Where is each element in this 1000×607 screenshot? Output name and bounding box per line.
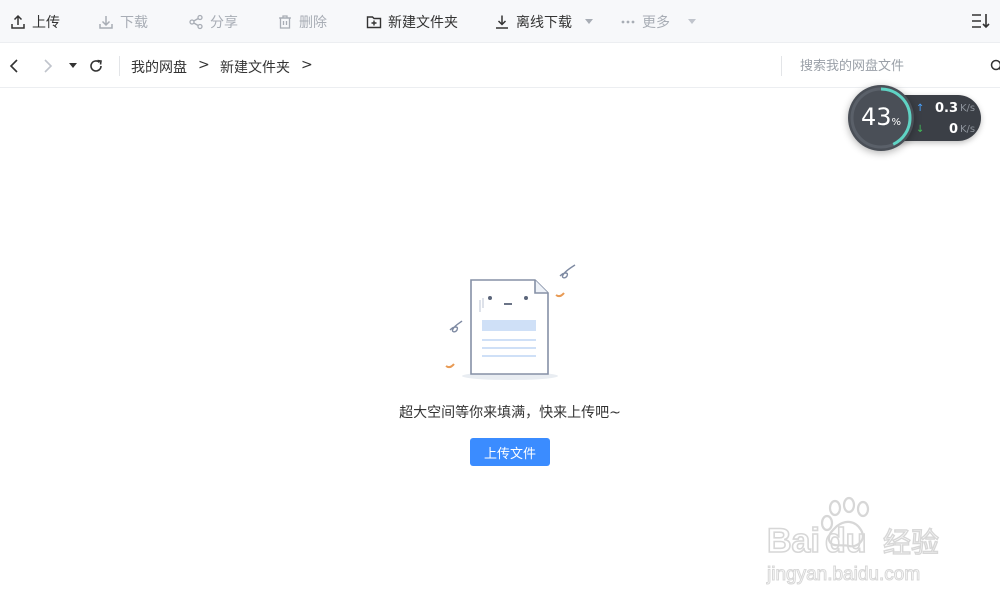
forward-button[interactable]	[40, 56, 56, 76]
share-button[interactable]: 分享	[188, 0, 238, 43]
chevron-right-icon	[44, 59, 53, 73]
new-folder-button[interactable]: 新建文件夹	[366, 0, 458, 43]
upload-arrow-icon: ↑	[916, 102, 925, 114]
usage-percent-unit: %	[891, 117, 902, 128]
svg-text:Bai: Bai	[767, 522, 820, 560]
more-dropdown-caret-icon[interactable]	[688, 19, 696, 24]
share-label: 分享	[210, 14, 238, 31]
baidu-paw-logo: Bai du 经验 jingyan.baidu.com	[766, 496, 940, 586]
upload-button[interactable]: 上传	[10, 0, 60, 43]
upload-label: 上传	[32, 14, 60, 31]
offline-download-icon	[496, 15, 508, 29]
sort-list-icon	[972, 14, 990, 29]
breadcrumb-root[interactable]: 我的网盘	[131, 57, 187, 77]
svg-text:经验: 经验	[883, 526, 939, 559]
refresh-button[interactable]	[87, 56, 105, 76]
navigation-bar: 我的网盘 > 新建文件夹 >	[0, 44, 1000, 88]
refresh-icon	[90, 59, 102, 72]
search-divider	[781, 56, 782, 76]
upload-icon	[11, 14, 25, 29]
upload-speed-row: ↑ 0.3 K/s	[916, 100, 976, 116]
offline-download-dropdown-caret-icon[interactable]	[585, 19, 593, 24]
more-button[interactable]: 更多	[620, 0, 670, 43]
more-dots-icon	[621, 20, 635, 23]
download-speed-unit: K/s	[960, 123, 976, 135]
toolbar: 上传 下载 分享 删除 新建文件夹 离线下载 更多	[0, 0, 1000, 43]
baidu-jingyan-watermark: Bai du 经验 jingyan.baidu.com	[765, 496, 955, 588]
sort-button[interactable]	[970, 11, 992, 31]
trash-icon	[279, 14, 291, 29]
search-icon	[990, 59, 1000, 71]
usage-percent-value: 43	[860, 103, 892, 131]
empty-folder-illustration	[440, 258, 580, 383]
upload-speed-value: 0.3	[934, 100, 958, 116]
download-speed-value: 0	[948, 121, 958, 137]
more-label: 更多	[642, 14, 670, 31]
svg-text:du: du	[825, 522, 867, 560]
back-button[interactable]	[6, 56, 22, 76]
upload-speed-unit: K/s	[960, 102, 976, 114]
delete-label: 删除	[299, 14, 327, 31]
breadcrumb-separator: >	[198, 57, 210, 73]
usage-percent: 43%	[848, 103, 914, 131]
breadcrumb-current-folder[interactable]: 新建文件夹	[220, 57, 290, 77]
svg-text:jingyan.baidu.com: jingyan.baidu.com	[766, 564, 920, 585]
download-speed-row: ↓ 0 K/s	[916, 121, 976, 137]
new-folder-label: 新建文件夹	[388, 14, 458, 31]
download-button[interactable]: 下载	[98, 0, 148, 43]
chevron-left-icon	[9, 59, 18, 73]
download-icon	[99, 15, 113, 29]
delete-button[interactable]: 删除	[277, 0, 327, 43]
offline-download-button[interactable]: 离线下载	[494, 0, 572, 43]
new-folder-icon	[366, 15, 382, 28]
upload-file-button[interactable]: 上传文件	[470, 438, 550, 466]
empty-document-icon	[445, 264, 576, 380]
offline-download-label: 离线下载	[516, 14, 572, 31]
breadcrumb-separator-trailing[interactable]: >	[301, 57, 313, 73]
caret-down-icon	[69, 63, 77, 68]
empty-state-message: 超大空间等你来填满，快来上传吧~	[399, 405, 621, 421]
speed-ball[interactable]: 43%	[848, 85, 914, 151]
download-label: 下载	[120, 14, 148, 31]
share-icon	[189, 14, 203, 29]
history-dropdown-button[interactable]	[66, 56, 80, 76]
download-arrow-icon: ↓	[916, 123, 925, 135]
search-input[interactable]	[800, 54, 980, 78]
search-button[interactable]	[990, 58, 1000, 77]
nav-divider	[119, 56, 120, 76]
